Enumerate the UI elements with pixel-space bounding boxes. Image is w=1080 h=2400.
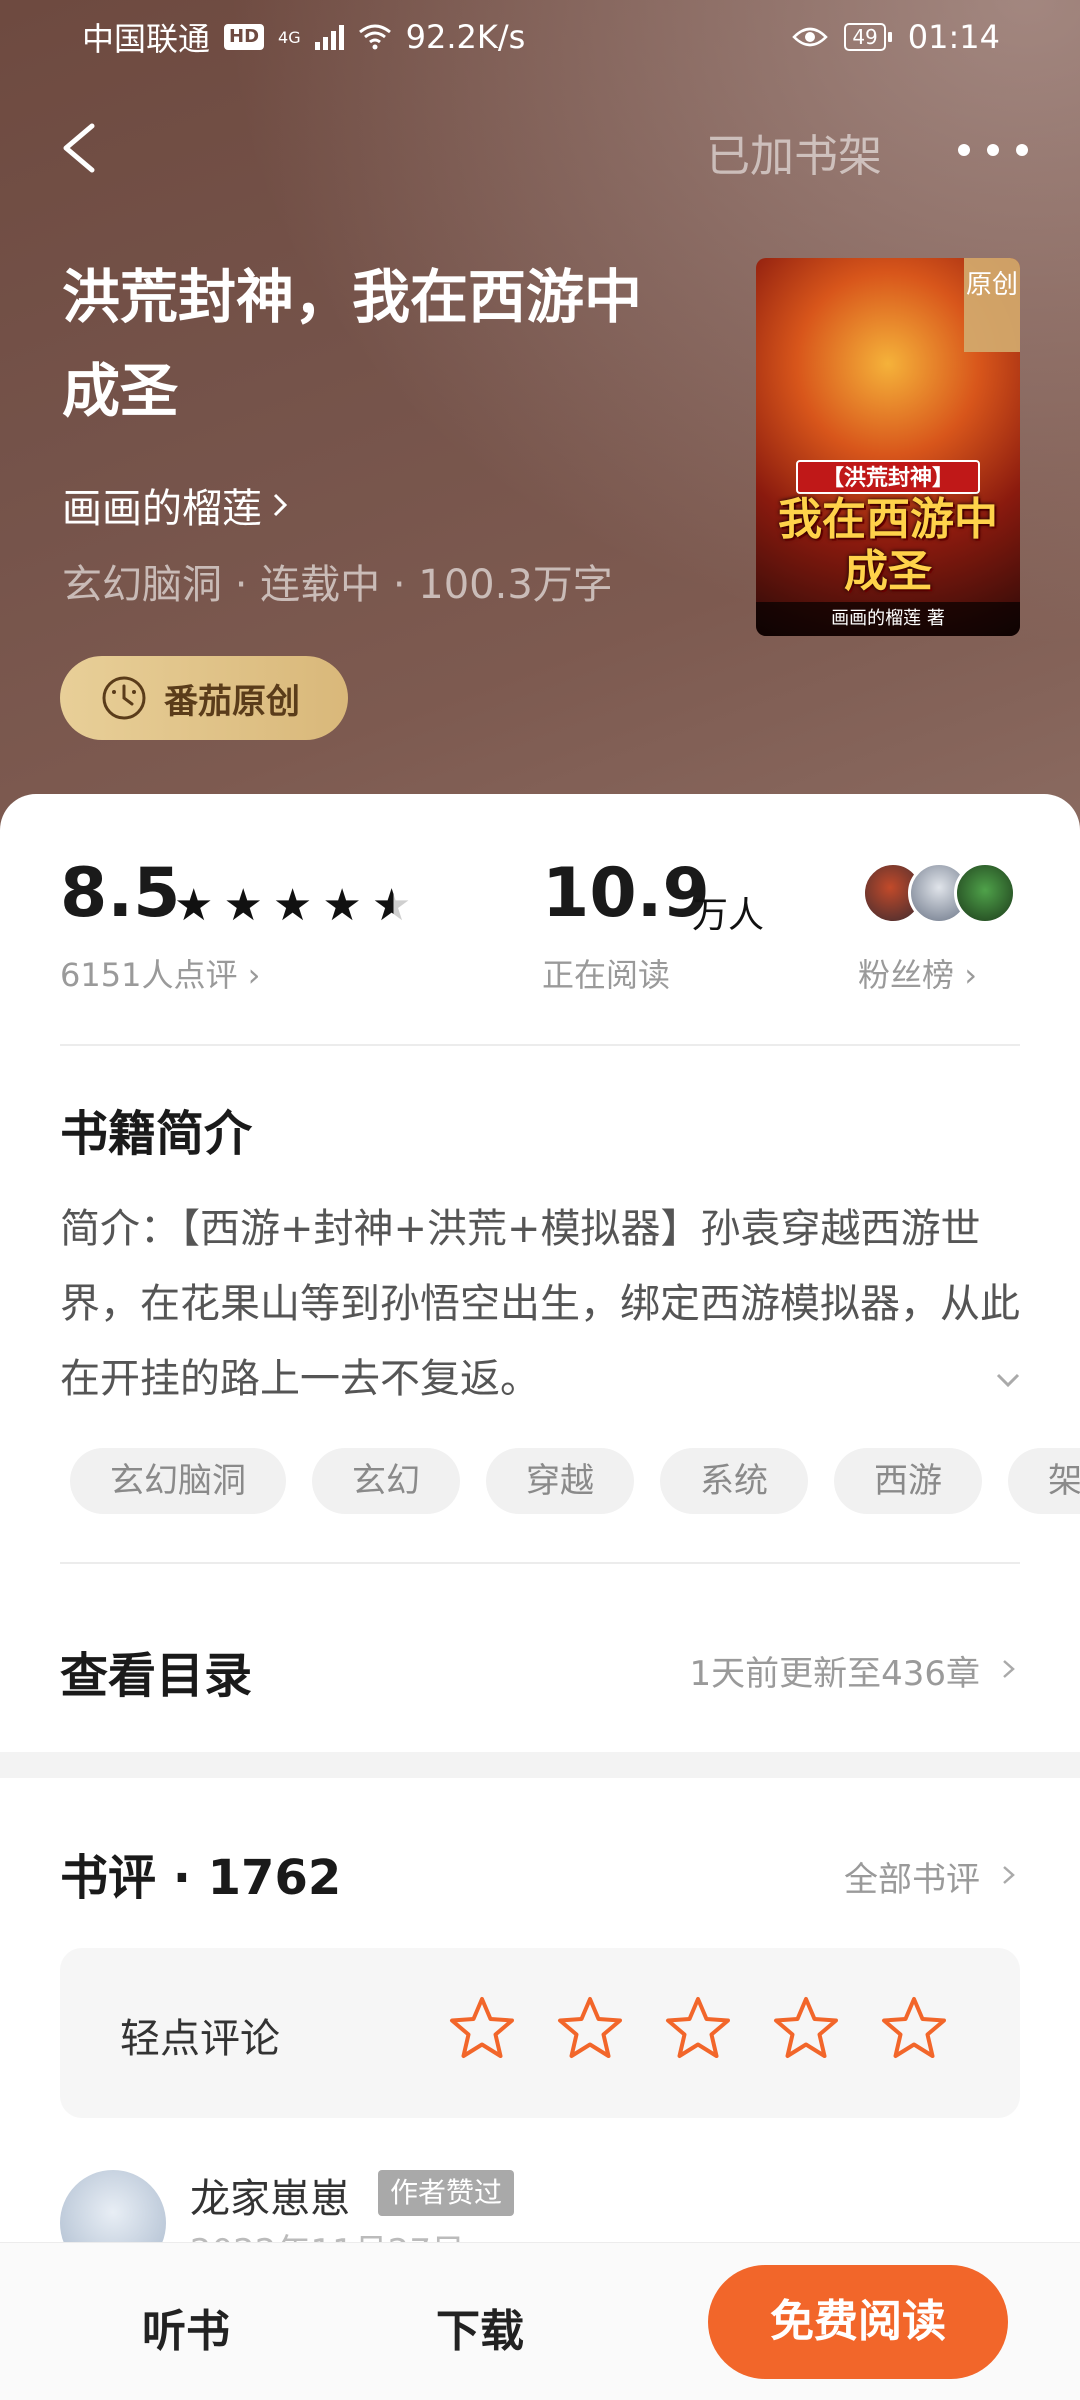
top-nav: 已加书架 xyxy=(0,100,1080,200)
fans-ranking-link[interactable]: 粉丝榜 › xyxy=(858,950,977,996)
half-star-icon: ★ xyxy=(371,880,412,931)
fanqie-original-badge[interactable]: 番茄原创 xyxy=(60,656,348,740)
battery-level: 49 xyxy=(844,23,886,51)
free-read-button[interactable]: 免费阅读 xyxy=(708,2265,1008,2379)
tomato-clock-icon xyxy=(102,676,146,720)
toc-update-info: 1天前更新至436章 xyxy=(689,1654,980,1694)
original-badge-label: 番茄原创 xyxy=(164,681,300,722)
star-outline-icon[interactable] xyxy=(772,1994,840,2062)
wifi-icon xyxy=(358,24,391,50)
chevron-down-icon[interactable] xyxy=(994,1366,1022,1394)
listen-button[interactable]: 听书 xyxy=(142,2295,230,2359)
rating-score: 8.5 xyxy=(60,854,181,933)
cover-author: 画画的榴莲 著 xyxy=(756,602,1020,636)
network-speed: 92.2K/s xyxy=(405,18,526,56)
synopsis-text[interactable]: 简介：【西游+封神+洪荒+模拟器】孙袁穿越西游世界，在花果山等到孙悟空出生，绑定… xyxy=(60,1192,1020,1417)
author-liked-badge: 作者赞过 xyxy=(378,2170,515,2216)
review-list-item[interactable]: 龙家崽崽 作者赞过 2022年11月27日 xyxy=(60,2166,1020,2276)
all-reviews-link[interactable]: 全部书评 xyxy=(844,1852,980,1901)
star-outline-icon[interactable] xyxy=(880,1994,948,2062)
tag-chip[interactable]: 架空 xyxy=(1008,1448,1080,1514)
more-dots-icon xyxy=(958,144,970,156)
clock: 01:14 xyxy=(907,18,1000,56)
fan-avatars[interactable] xyxy=(862,862,1022,926)
back-button[interactable] xyxy=(52,118,112,178)
table-of-contents-row[interactable]: 查看目录 1天前更新至436章 xyxy=(0,1616,1080,1726)
battery-icon: 49 xyxy=(844,23,892,51)
stats-row: 8.5 ★ ★ ★ ★ ★ 6151人点评 › 10.9 万人 正在阅读 粉丝榜… xyxy=(60,856,1020,996)
chevron-left-icon xyxy=(63,123,95,173)
rating-stars: ★ ★ ★ ★ ★ xyxy=(174,884,411,928)
cover-original-tag: 原创 xyxy=(964,258,1020,352)
cover-subtitle: 【洪荒封神】 xyxy=(796,460,980,494)
book-cover[interactable]: 原创 【洪荒封神】 我在西游中成圣 画画的榴莲 著 xyxy=(756,258,1020,636)
tag-list: 玄幻脑洞 玄幻 穿越 系统 西游 架空 xyxy=(70,1448,1080,1514)
author-name: 画画的榴莲 xyxy=(62,486,262,532)
reviews-title: 书评 · 1762 xyxy=(60,1850,342,1906)
synopsis-title: 书籍简介 xyxy=(60,1106,253,1162)
tag-chip[interactable]: 西游 xyxy=(834,1448,982,1514)
divider xyxy=(60,1044,1020,1046)
star-icon: ★ xyxy=(174,880,214,931)
divider xyxy=(60,1562,1020,1564)
star-outline-icon[interactable] xyxy=(664,1994,732,2062)
chevron-right-icon xyxy=(1003,1866,1015,1884)
added-to-shelf-button[interactable]: 已加书架 xyxy=(706,120,882,184)
bottom-action-bar: 听书 下载 免费阅读 xyxy=(0,2242,1080,2400)
toc-title: 查看目录 xyxy=(60,1648,253,1704)
book-title: 洪荒封神，我在西游中成圣 xyxy=(62,263,643,425)
book-meta: 玄幻脑洞 · 连载中 · 100.3万字 xyxy=(62,562,613,608)
network-label: 4G xyxy=(278,27,301,47)
tag-chip[interactable]: 穿越 xyxy=(486,1448,634,1514)
fans-label: 粉丝榜 xyxy=(858,956,955,994)
quick-rating-label: 轻点评论 xyxy=(120,2016,280,2062)
readers-label: 正在阅读 xyxy=(542,956,671,994)
all-reviews-label: 全部书评 xyxy=(844,1860,980,1900)
download-button[interactable]: 下载 xyxy=(436,2295,524,2359)
star-outline-icon[interactable] xyxy=(448,1994,516,2062)
chevron-right-icon xyxy=(1003,1660,1015,1678)
rating-count-link[interactable]: 6151人点评 › xyxy=(60,950,260,996)
section-separator xyxy=(0,1752,1080,1778)
status-bar: 中国联通 HD 4G 92.2K/s 49 01:14 xyxy=(0,0,1080,74)
book-info-card: 8.5 ★ ★ ★ ★ ★ 6151人点评 › 10.9 万人 正在阅读 粉丝榜… xyxy=(0,794,1080,1754)
cover-title: 我在西游中成圣 xyxy=(778,494,998,597)
tag-chip[interactable]: 玄幻 xyxy=(312,1448,460,1514)
readers-unit: 万人 xyxy=(692,895,765,936)
reviewer-name: 龙家崽崽 xyxy=(190,2176,350,2222)
star-icon: ★ xyxy=(322,880,362,931)
avatar xyxy=(954,862,1016,924)
readers-count: 10.9 xyxy=(542,854,710,933)
quick-rating-box: 轻点评论 xyxy=(60,1948,1020,2118)
more-options-button[interactable] xyxy=(958,120,1028,180)
rating-input-stars xyxy=(448,1994,948,2062)
tag-chip[interactable]: 玄幻脑洞 xyxy=(70,1448,286,1514)
eye-icon xyxy=(792,27,829,47)
carrier-label: 中国联通 xyxy=(82,20,211,58)
star-icon: ★ xyxy=(272,880,313,931)
star-icon: ★ xyxy=(223,880,263,931)
rating-count: 6151人点评 xyxy=(60,956,238,994)
star-outline-icon[interactable] xyxy=(556,1994,624,2062)
chevron-right-icon xyxy=(273,493,288,517)
author-link[interactable]: 画画的榴莲 xyxy=(62,476,290,534)
hd-icon: HD xyxy=(224,24,265,50)
signal-icon xyxy=(314,24,344,50)
tag-chip[interactable]: 系统 xyxy=(660,1448,808,1514)
